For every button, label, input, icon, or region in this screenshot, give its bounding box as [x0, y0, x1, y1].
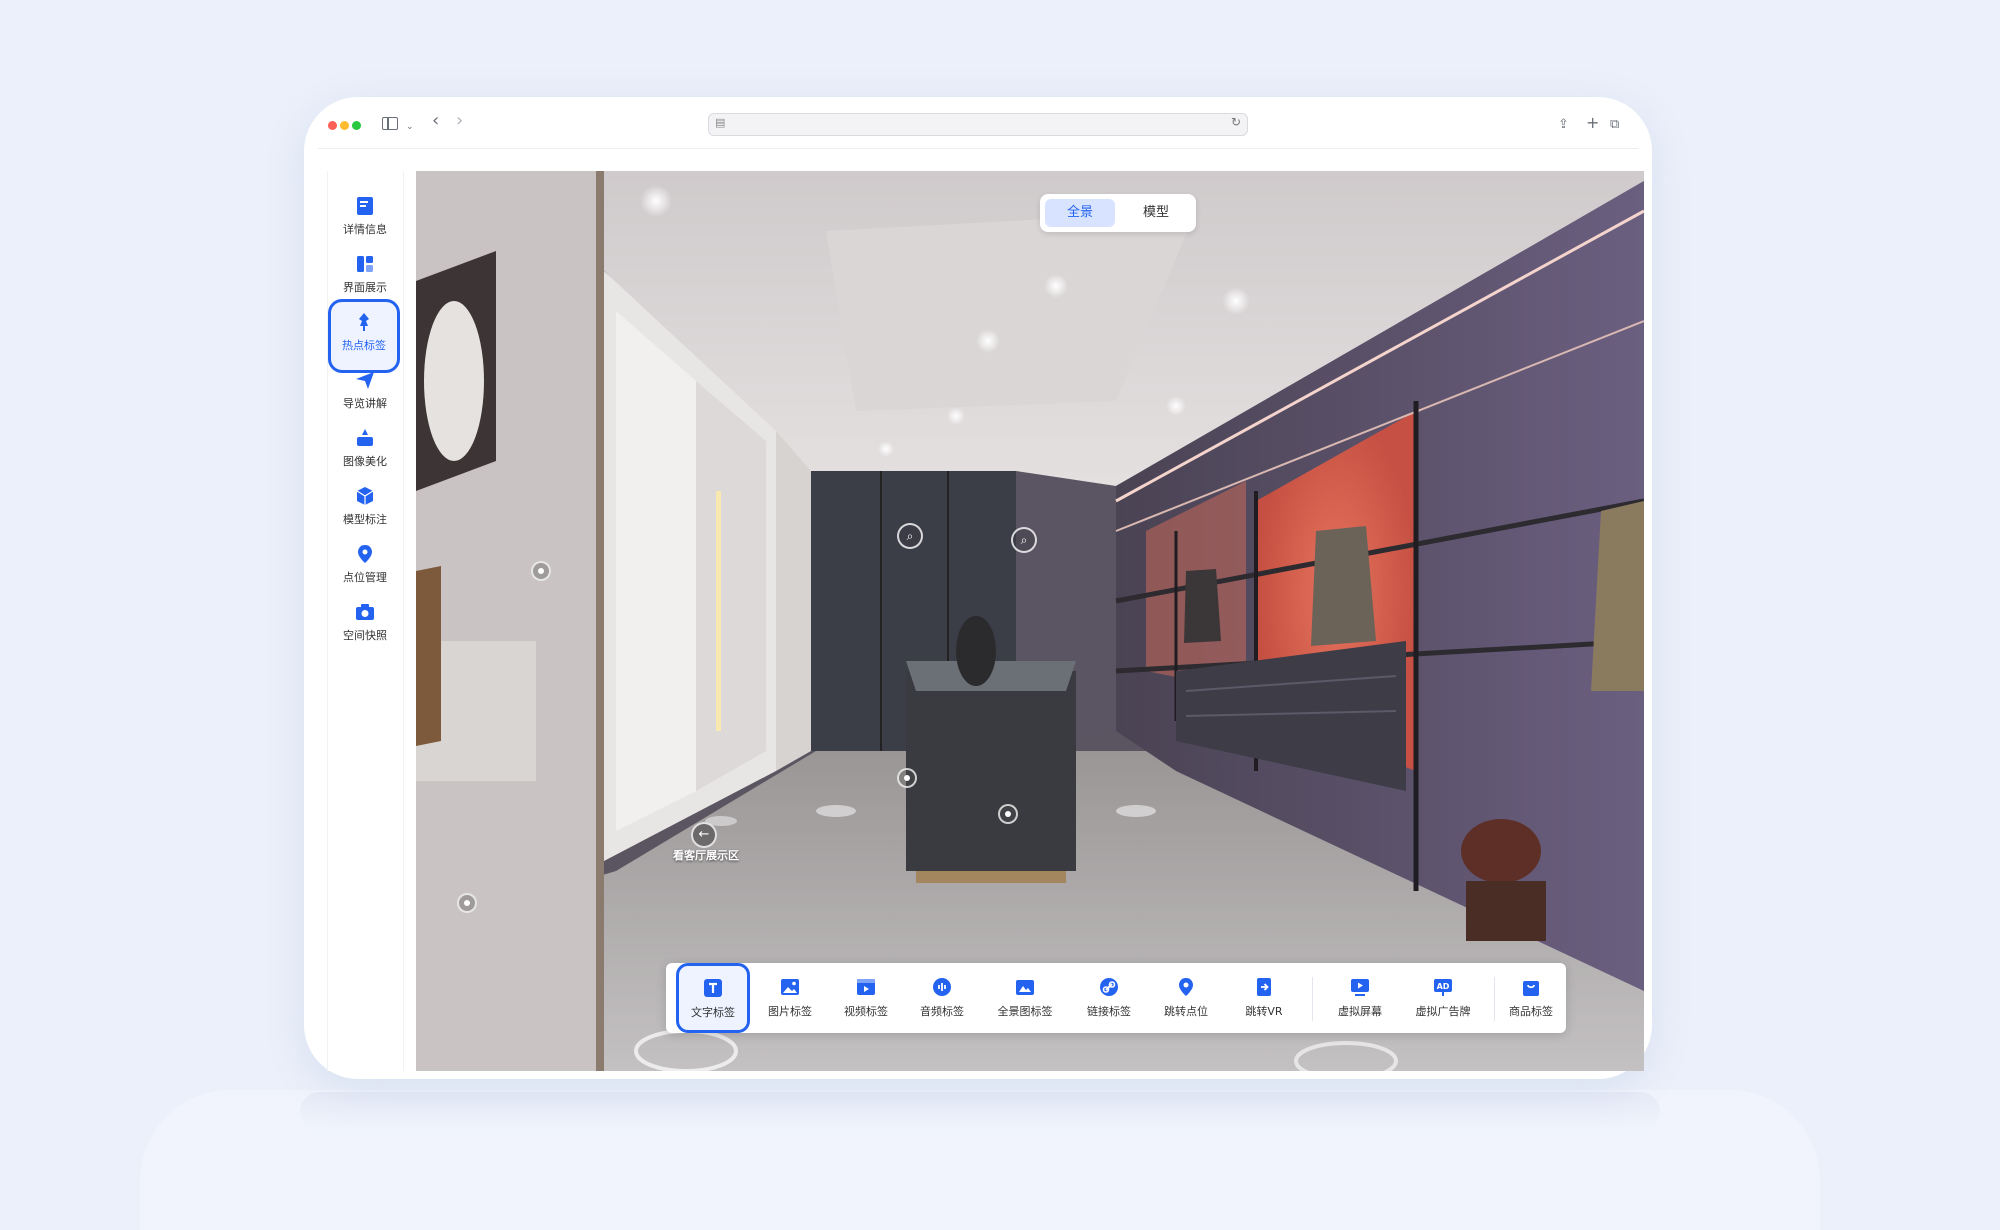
sidebar-item-label: 图像美化 — [343, 455, 387, 468]
paper-plane-icon — [356, 372, 374, 389]
tool-label: 虚拟广告牌 — [1415, 1005, 1471, 1018]
video-icon — [857, 979, 875, 995]
virtual-billboard-button[interactable]: AD 虚拟广告牌 — [1400, 963, 1486, 1033]
tool-label: 全景图标签 — [997, 1005, 1053, 1018]
browser-window: ⌄ ‹ › ▤ ↻ ⇪ + ⧉ 详情信息 界面展示 热点标签 导览讲解 图像美化… — [304, 97, 1652, 1079]
video-label-button[interactable]: 视频标签 — [830, 963, 902, 1033]
beautify-icon — [357, 429, 373, 446]
svg-text:AD: AD — [1437, 982, 1450, 991]
address-bar[interactable]: ▤ ↻ — [708, 113, 1248, 136]
tool-label: 跳转点位 — [1164, 1005, 1208, 1018]
hotspot-type-toolbar: 文字标签 图片标签 视频标签 音频标签 全景图标签 链接标签 跳转点位 跳转VR… — [666, 963, 1566, 1033]
tool-label: 商品标签 — [1509, 1005, 1553, 1018]
product-label-button[interactable]: 商品标签 — [1502, 963, 1560, 1033]
cube-icon — [356, 487, 374, 505]
hotspot-marker[interactable] — [897, 768, 917, 788]
screen-icon — [1351, 979, 1369, 996]
browser-titlebar: ⌄ ‹ › ▤ ↻ ⇪ + ⧉ — [304, 97, 1652, 149]
ground-shadow — [300, 1092, 1660, 1132]
sidebar-item-label: 点位管理 — [343, 571, 387, 584]
sidebar-item-label: 热点标签 — [342, 339, 386, 352]
tool-label: 链接标签 — [1087, 1005, 1131, 1018]
sidebar-item-label: 界面展示 — [343, 281, 387, 294]
jump-icon — [1257, 978, 1271, 996]
tool-label: 视频标签 — [844, 1005, 888, 1018]
sidebar-toggle-icon[interactable] — [382, 117, 398, 130]
panorama-viewport[interactable]: 全景 模型 ⌕ ⌕ ← 看客厅展示区 文字标签 图片标签 视频标签 音频标签 全… — [416, 171, 1644, 1071]
audio-icon — [933, 978, 951, 996]
close-window-button[interactable] — [328, 121, 337, 130]
image-label-button[interactable]: 图片标签 — [754, 963, 826, 1033]
tab-panorama[interactable]: 全景 — [1045, 199, 1115, 227]
text-icon — [704, 979, 722, 997]
image-icon — [781, 979, 799, 995]
sidebar-item-label: 模型标注 — [343, 513, 387, 526]
sidebar: 详情信息 界面展示 热点标签 导览讲解 图像美化 模型标注 点位管理 空间快照 — [327, 171, 404, 1071]
tab-model[interactable]: 模型 — [1121, 199, 1191, 227]
sidebar-item-label: 导览讲解 — [343, 397, 387, 410]
tool-label: 音频标签 — [920, 1005, 964, 1018]
panorama-icon — [1016, 980, 1034, 995]
pin-icon — [359, 313, 369, 331]
text-label-button[interactable]: 文字标签 — [676, 963, 750, 1033]
chevron-down-icon[interactable]: ⌄ — [406, 117, 414, 137]
document-icon — [357, 197, 373, 215]
sidebar-item-label: 详情信息 — [343, 223, 387, 236]
sidebar-item-snapshot[interactable]: 空间快照 — [330, 591, 400, 661]
walk-in-closet-panorama — [416, 171, 1644, 1071]
toolbar-divider — [1312, 977, 1313, 1021]
reload-icon[interactable]: ↻ — [1231, 115, 1241, 129]
minimize-window-button[interactable] — [340, 121, 349, 130]
titlebar-divider — [318, 148, 1638, 149]
back-icon[interactable]: ‹ — [432, 111, 439, 131]
tool-label: 文字标签 — [691, 1006, 735, 1019]
panorama-label-button[interactable]: 全景图标签 — [982, 963, 1068, 1033]
bag-icon — [1523, 981, 1539, 996]
link-label-button[interactable]: 链接标签 — [1072, 963, 1146, 1033]
jump-vr-button[interactable]: 跳转VR — [1228, 963, 1300, 1033]
tabs-overview-icon[interactable]: ⧉ — [1610, 115, 1619, 135]
ad-icon: AD — [1434, 979, 1452, 996]
page-icon: ▤ — [715, 116, 726, 129]
layout-icon — [357, 256, 373, 272]
new-tab-icon[interactable]: + — [1586, 113, 1599, 133]
share-icon[interactable]: ⇪ — [1558, 115, 1569, 135]
hotspot-marker[interactable] — [531, 561, 551, 581]
hotspot-marker[interactable] — [998, 804, 1018, 824]
tool-label: 虚拟屏幕 — [1338, 1005, 1382, 1018]
zoom-hotspot-icon[interactable]: ⌕ — [897, 523, 923, 549]
hotspot-marker[interactable] — [457, 893, 477, 913]
view-mode-toggle: 全景 模型 — [1040, 194, 1196, 232]
toolbar-divider — [1494, 977, 1495, 1021]
location-icon — [1179, 978, 1193, 996]
tool-label: 图片标签 — [768, 1005, 812, 1018]
tool-label: 跳转VR — [1245, 1005, 1283, 1018]
location-icon — [358, 545, 372, 563]
virtual-screen-button[interactable]: 虚拟屏幕 — [1322, 963, 1398, 1033]
zoom-hotspot-icon[interactable]: ⌕ — [1011, 527, 1037, 553]
maximize-window-button[interactable] — [352, 121, 361, 130]
forward-icon[interactable]: › — [456, 111, 463, 131]
link-icon — [1100, 978, 1118, 996]
navigation-hotspot-label[interactable]: 看客厅展示区 — [656, 847, 756, 863]
audio-label-button[interactable]: 音频标签 — [906, 963, 978, 1033]
sidebar-item-label: 空间快照 — [343, 629, 387, 642]
back-arrow-icon[interactable]: ← — [691, 822, 717, 848]
camera-icon — [356, 604, 374, 620]
jump-point-button[interactable]: 跳转点位 — [1150, 963, 1222, 1033]
